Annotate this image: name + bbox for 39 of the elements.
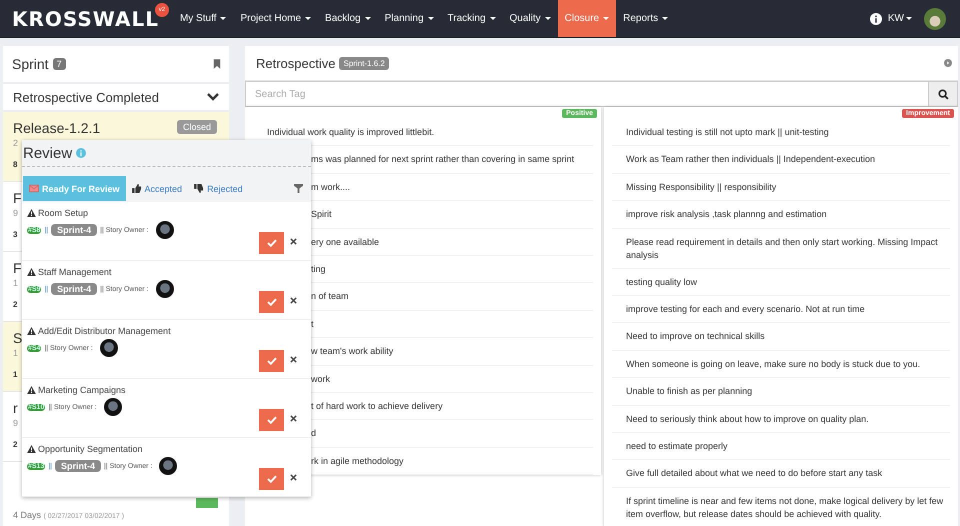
retro-item: Individual testing is still not upto mark || unit-testing xyxy=(612,119,950,146)
card-subtitle: 1 xyxy=(13,348,18,358)
card-note: 2 xyxy=(13,440,18,449)
retro-item: Unable to finish as per planning xyxy=(612,378,950,406)
section-title: Retrospective Completed xyxy=(13,90,159,104)
card-subtitle: 1 xyxy=(13,278,18,288)
card-title: F xyxy=(13,259,22,278)
sprint-badge: Sprint-1.6.2 xyxy=(339,56,389,70)
retro-item: Need to improve on technical skills xyxy=(612,323,950,351)
card-subtitle: 2 xyxy=(13,138,18,148)
card-subtitle: 9 xyxy=(13,208,18,218)
sprint-badge: Sprint-4 xyxy=(51,224,98,236)
retro-item: If sprint timeline is near and few items not done, make logical delivery by let few item overflow, but release dates should be achieved with quality. xyxy=(612,488,950,526)
retro-item: improve testing for each and every scenario. Not at run time xyxy=(612,296,950,324)
card-note: 2 xyxy=(13,300,18,309)
card-note: 1 xyxy=(13,370,18,379)
panel-title: Sprint xyxy=(12,56,49,72)
retro-item: testing quality low xyxy=(612,268,950,296)
popup-title: Review xyxy=(23,144,72,162)
retro-item: When someone is going on leave, make sure no body is stuck due to you. xyxy=(612,350,950,378)
card-title: F xyxy=(13,189,22,208)
panel-title: Retrospective xyxy=(256,56,336,70)
sprint-badge: Sprint-4 xyxy=(55,460,102,472)
retro-item: need to estimate properly xyxy=(612,432,950,460)
card-title: Release-1.2.1 xyxy=(13,119,100,138)
retro-item: Give full detailed about what we need to do before start any task xyxy=(612,460,950,488)
retro-item: Need to seriously think about how to improve on quality plan. xyxy=(612,406,950,433)
card-note: 8 xyxy=(13,160,18,169)
card-subtitle: 9 xyxy=(13,418,18,428)
retro-item: Work as Team rather then individuals || Independent-execution xyxy=(612,146,950,174)
count-badge: 7 xyxy=(52,58,66,70)
card-note: 3 xyxy=(13,230,18,239)
card-title: S xyxy=(13,329,22,348)
sprint-badge: Sprint-4 xyxy=(51,283,98,295)
retro-item: Please read requirement in details and then only start working. Missing Impact analysis xyxy=(612,228,950,269)
retro-item: Missing Responsibility || responsibility xyxy=(612,174,950,202)
retro-item: improve risk analysis ,task plannng and estimation xyxy=(612,201,950,229)
card-title: r xyxy=(13,399,18,418)
status-badge: Closed xyxy=(176,120,217,134)
